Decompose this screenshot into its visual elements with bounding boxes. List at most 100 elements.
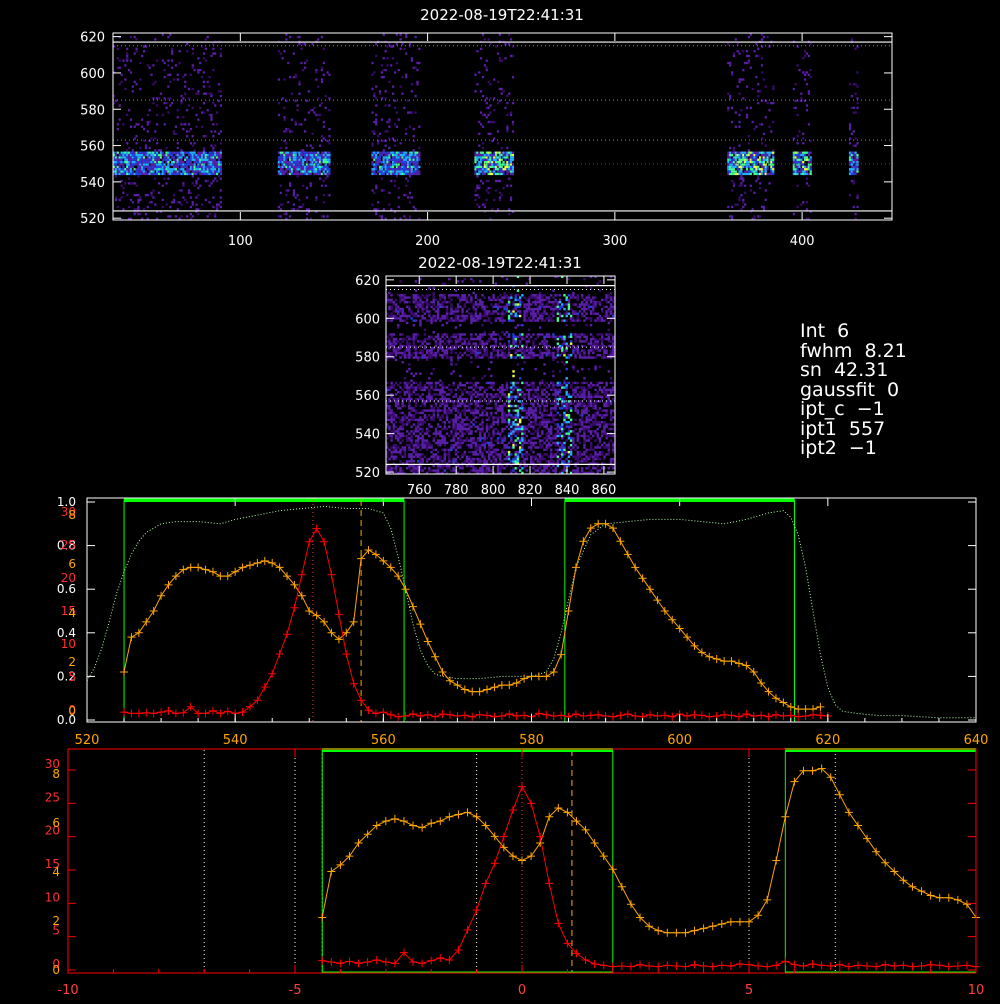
heatmap-pixel bbox=[406, 421, 408, 423]
heatmap-pixel bbox=[323, 170, 325, 172]
heatmap-pixel bbox=[761, 64, 763, 66]
heatmap-pixel bbox=[798, 156, 800, 158]
heatmap-pixel bbox=[508, 435, 510, 437]
heatmap-pixel bbox=[393, 428, 395, 430]
heatmap-pixel bbox=[426, 310, 428, 312]
heatmap-pixel bbox=[512, 76, 514, 78]
heatmap-pixel bbox=[506, 154, 508, 156]
heatmap-pixel bbox=[435, 345, 437, 347]
heatmap-pixel bbox=[477, 437, 479, 439]
heatmap-pixel bbox=[519, 336, 521, 338]
heatmap-pixel bbox=[470, 465, 472, 467]
heatmap-pixel bbox=[482, 34, 484, 36]
heatmap-pixel bbox=[729, 170, 731, 172]
heatmap-pixel bbox=[184, 152, 186, 154]
heatmap-pixel bbox=[468, 423, 470, 425]
heatmap-pixel bbox=[482, 154, 484, 156]
heatmap-pixel bbox=[179, 170, 181, 172]
heatmap-pixel bbox=[212, 166, 214, 168]
heatmap-pixel bbox=[409, 201, 411, 203]
heatmap-pixel bbox=[448, 426, 450, 428]
heatmap-pixel bbox=[497, 208, 499, 210]
heatmap-pixel bbox=[740, 78, 742, 80]
heatmap-pixel bbox=[737, 166, 739, 168]
heatmap-pixel bbox=[426, 306, 428, 308]
heatmap-pixel bbox=[503, 156, 505, 158]
heatmap-pixel bbox=[379, 166, 381, 168]
heatmap-pixel bbox=[506, 310, 508, 312]
heatmap-pixel bbox=[499, 163, 501, 165]
heatmap-pixel bbox=[478, 133, 480, 135]
heatmap-pixel bbox=[388, 467, 390, 469]
heatmap-pixel bbox=[201, 168, 203, 170]
heatmap-pixel bbox=[205, 166, 207, 168]
heatmap-pixel bbox=[481, 437, 483, 439]
heatmap-pixel bbox=[212, 135, 214, 137]
heatmap-pixel bbox=[397, 405, 399, 407]
heatmap-pixel bbox=[207, 173, 209, 175]
heatmap-pixel bbox=[149, 170, 151, 172]
heatmap-pixel bbox=[506, 396, 508, 398]
heatmap-pixel bbox=[849, 156, 851, 158]
heatmap-pixel bbox=[740, 168, 742, 170]
heatmap-pixel bbox=[753, 168, 755, 170]
heatmap-pixel bbox=[143, 170, 145, 172]
heatmap-pixel bbox=[192, 88, 194, 90]
heatmap-pixel bbox=[289, 76, 291, 78]
heatmap-pixel bbox=[323, 215, 325, 217]
heatmap-pixel bbox=[452, 319, 454, 321]
heatmap-pixel bbox=[746, 116, 748, 118]
heatmap-pixel bbox=[519, 430, 521, 432]
heatmap-pixel bbox=[499, 88, 501, 90]
heatmap-pixel bbox=[315, 69, 317, 71]
heatmap-pixel bbox=[396, 111, 398, 113]
heatmap-pixel bbox=[499, 349, 501, 351]
heatmap-pixel bbox=[328, 168, 330, 170]
heatmap-pixel bbox=[426, 299, 428, 301]
heatmap-pixel bbox=[282, 97, 284, 99]
heatmap-pixel bbox=[419, 456, 421, 458]
heatmap-pixel bbox=[388, 81, 390, 83]
heatmap-pixel bbox=[304, 119, 306, 121]
x-tick-label: 100 bbox=[228, 234, 253, 249]
heatmap-pixel bbox=[731, 71, 733, 73]
heatmap-pixel bbox=[402, 456, 404, 458]
heatmap-pixel bbox=[406, 301, 408, 303]
heatmap-pixel bbox=[492, 416, 494, 418]
heatmap-pixel bbox=[406, 416, 408, 418]
heatmap-pixel bbox=[510, 38, 512, 40]
heatmap-pixel bbox=[497, 437, 499, 439]
heatmap-pixel bbox=[390, 414, 392, 416]
heatmap-pixel bbox=[137, 201, 139, 203]
heatmap-pixel bbox=[115, 168, 117, 170]
heatmap-pixel bbox=[134, 213, 136, 215]
heatmap-pixel bbox=[315, 166, 317, 168]
heatmap-pixel bbox=[475, 354, 477, 356]
heatmap-pixel bbox=[495, 405, 497, 407]
heatmap-pixel bbox=[407, 163, 409, 165]
heatmap-pixel bbox=[403, 166, 405, 168]
heatmap-pixel bbox=[748, 161, 750, 163]
heatmap-pixel bbox=[479, 467, 481, 469]
heatmap-pixel bbox=[177, 109, 179, 111]
heatmap-pixel bbox=[293, 156, 295, 158]
heatmap-pixel bbox=[402, 310, 404, 312]
heatmap-pixel bbox=[160, 156, 162, 158]
heatmap-pixel bbox=[497, 442, 499, 444]
heatmap-pixel bbox=[448, 451, 450, 453]
heatmap-pixel bbox=[444, 469, 446, 471]
heatmap-pixel bbox=[300, 62, 302, 64]
heatmap-pixel bbox=[519, 377, 521, 379]
heatmap-pixel bbox=[510, 310, 512, 312]
heatmap-pixel bbox=[733, 52, 735, 54]
heatmap-pixel bbox=[409, 168, 411, 170]
heatmap-pixel bbox=[437, 432, 439, 434]
heatmap-pixel bbox=[517, 391, 519, 393]
heatmap-pixel bbox=[300, 156, 302, 158]
heatmap-pixel bbox=[763, 156, 765, 158]
heatmap-pixel bbox=[315, 161, 317, 163]
heatmap-pixel bbox=[134, 152, 136, 154]
heatmap-pixel bbox=[220, 95, 222, 97]
heatmap-pixel bbox=[321, 67, 323, 69]
heatmap-pixel bbox=[455, 326, 457, 328]
